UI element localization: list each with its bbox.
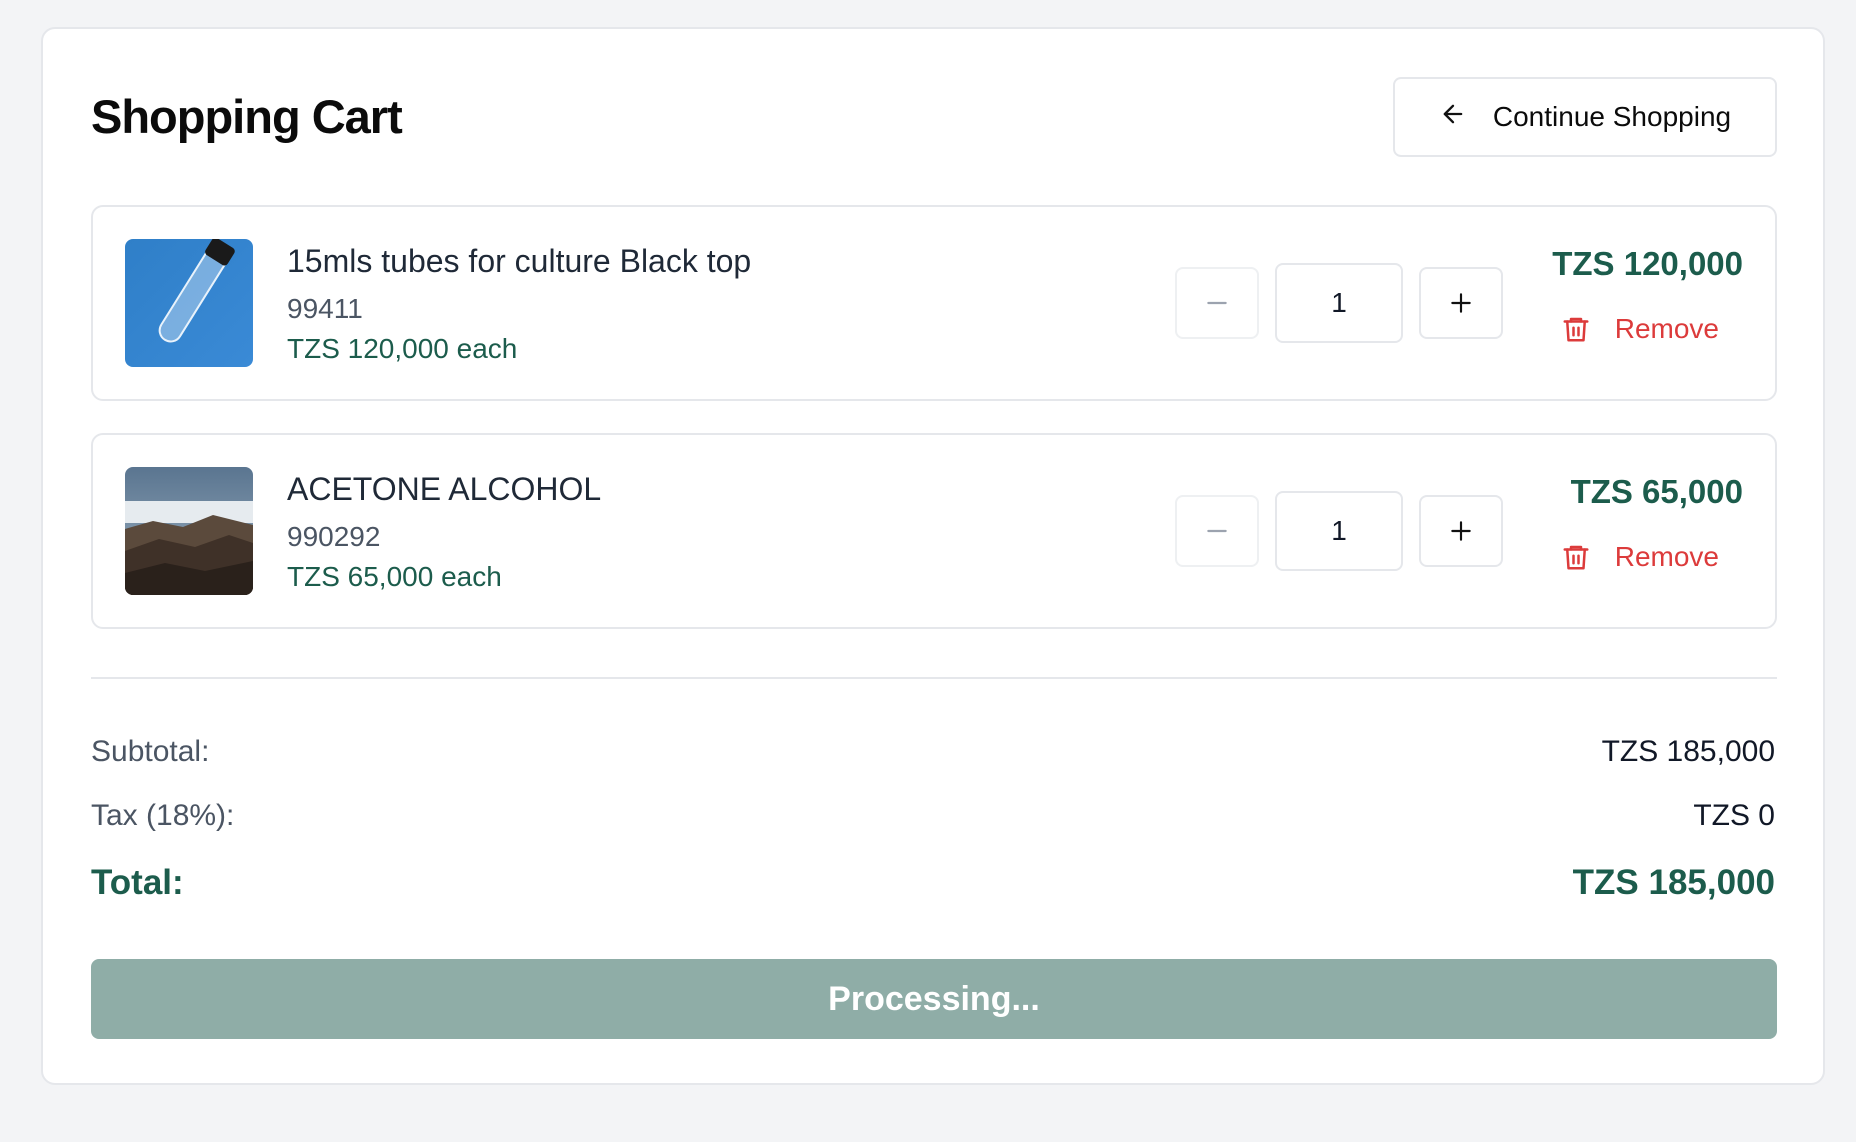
- remove-label: Remove: [1614, 313, 1719, 344]
- summary-divider: [91, 677, 1777, 679]
- product-image: [125, 467, 253, 595]
- item-unit-price: TZS 65,000 each: [287, 561, 502, 592]
- minus-icon: [1207, 301, 1227, 305]
- cart-item: 15mls tubes for culture Black top 99411 …: [91, 205, 1777, 401]
- quantity-input[interactable]: 1: [1275, 263, 1403, 343]
- increase-quantity-button[interactable]: [1419, 495, 1503, 567]
- minus-icon: [1207, 529, 1227, 533]
- tax-label: Tax (18%):: [91, 799, 235, 832]
- total-value: TZS 185,000: [1572, 863, 1775, 902]
- continue-shopping-button[interactable]: Continue Shopping: [1393, 77, 1777, 157]
- item-sku: 990292: [287, 521, 381, 552]
- cart-card: Shopping Cart Continue Shopping 15mls tu…: [41, 27, 1825, 1085]
- quantity-input[interactable]: 1: [1275, 491, 1403, 571]
- remove-label: Remove: [1614, 541, 1719, 572]
- plus-icon: [1451, 293, 1471, 313]
- trash-icon: [1563, 545, 1589, 570]
- decrease-quantity-button[interactable]: [1175, 495, 1259, 567]
- cart-item: ACETONE ALCOHOL 990292 TZS 65,000 each 1…: [91, 433, 1777, 629]
- decrease-quantity-button[interactable]: [1175, 267, 1259, 339]
- item-sku: 99411: [287, 293, 363, 324]
- item-name: 15mls tubes for culture Black top: [287, 243, 752, 279]
- plus-icon: [1451, 521, 1471, 541]
- item-name: ACETONE ALCOHOL: [287, 471, 602, 507]
- page-title: Shopping Cart: [91, 90, 403, 143]
- subtotal-label: Subtotal:: [91, 735, 210, 768]
- item-line-total: TZS 120,000: [1552, 245, 1743, 282]
- increase-quantity-button[interactable]: [1419, 267, 1503, 339]
- item-line-total: TZS 65,000: [1570, 473, 1743, 510]
- subtotal-value: TZS 185,000: [1601, 735, 1775, 768]
- product-image: [125, 239, 253, 367]
- remove-item-button[interactable]: Remove: [1561, 541, 1719, 573]
- item-unit-price: TZS 120,000 each: [287, 333, 518, 364]
- remove-item-button[interactable]: Remove: [1561, 313, 1719, 345]
- trash-icon: [1563, 317, 1589, 342]
- arrow-left-icon: [1439, 100, 1467, 135]
- tax-value: TZS 0: [1693, 799, 1775, 832]
- checkout-button[interactable]: Processing...: [91, 959, 1777, 1039]
- total-label: Total:: [91, 863, 184, 902]
- continue-shopping-label: Continue Shopping: [1492, 101, 1732, 132]
